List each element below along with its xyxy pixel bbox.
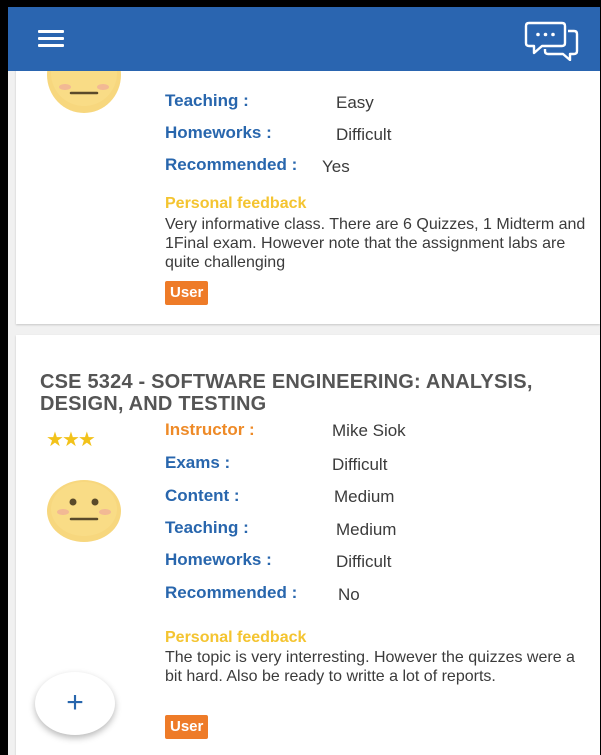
hamburger-menu-icon[interactable] <box>38 30 64 48</box>
chat-bubble-icon[interactable] <box>524 19 580 61</box>
course-title: CSE 5324 - SOFTWARE ENGINEERING: ANALYSI… <box>40 371 533 415</box>
exams-value: Difficult <box>332 455 388 474</box>
recommended-label: Recommended : <box>165 155 298 174</box>
recommended-value: Yes <box>322 157 350 176</box>
rating-stars: ★★★ <box>46 429 96 451</box>
star-icon: ★ <box>77 429 96 451</box>
star-icon: ★ <box>61 429 80 451</box>
neutral-face-icon <box>47 480 121 542</box>
homeworks-value: Difficult <box>336 125 392 144</box>
personal-feedback-text: The topic is very interresting. However … <box>165 649 575 685</box>
content-value: Medium <box>334 487 395 506</box>
homeworks-label: Homeworks : <box>165 123 272 142</box>
personal-feedback-title: Personal feedback <box>165 629 307 646</box>
teaching-value: Medium <box>336 520 397 539</box>
exams-label: Exams : <box>165 453 231 472</box>
recommended-value: No <box>338 585 360 604</box>
user-badge: User <box>165 715 209 739</box>
app-toolbar <box>8 7 600 71</box>
teaching-label: Teaching : <box>165 518 249 537</box>
instructor-value: Mike Siok <box>332 421 406 440</box>
add-review-button[interactable]: + <box>35 672 115 735</box>
homeworks-label: Homeworks : <box>165 550 272 569</box>
homeworks-value: Difficult <box>336 552 392 571</box>
add-icon: + <box>66 686 84 719</box>
recommended-label: Recommended : <box>165 583 298 602</box>
user-badge: User <box>165 281 209 305</box>
personal-feedback-text: Very informative class. There are 6 Quiz… <box>165 216 586 271</box>
instructor-label: Instructor : <box>165 420 255 439</box>
star-icon: ★ <box>46 429 64 451</box>
personal-feedback-title: Personal feedback <box>165 195 307 212</box>
content-label: Content : <box>165 486 240 505</box>
teaching-label: Teaching : <box>165 91 249 110</box>
app-screen: Teaching : Easy Homeworks : Difficult Re… <box>8 7 600 755</box>
teaching-value: Easy <box>336 93 374 112</box>
